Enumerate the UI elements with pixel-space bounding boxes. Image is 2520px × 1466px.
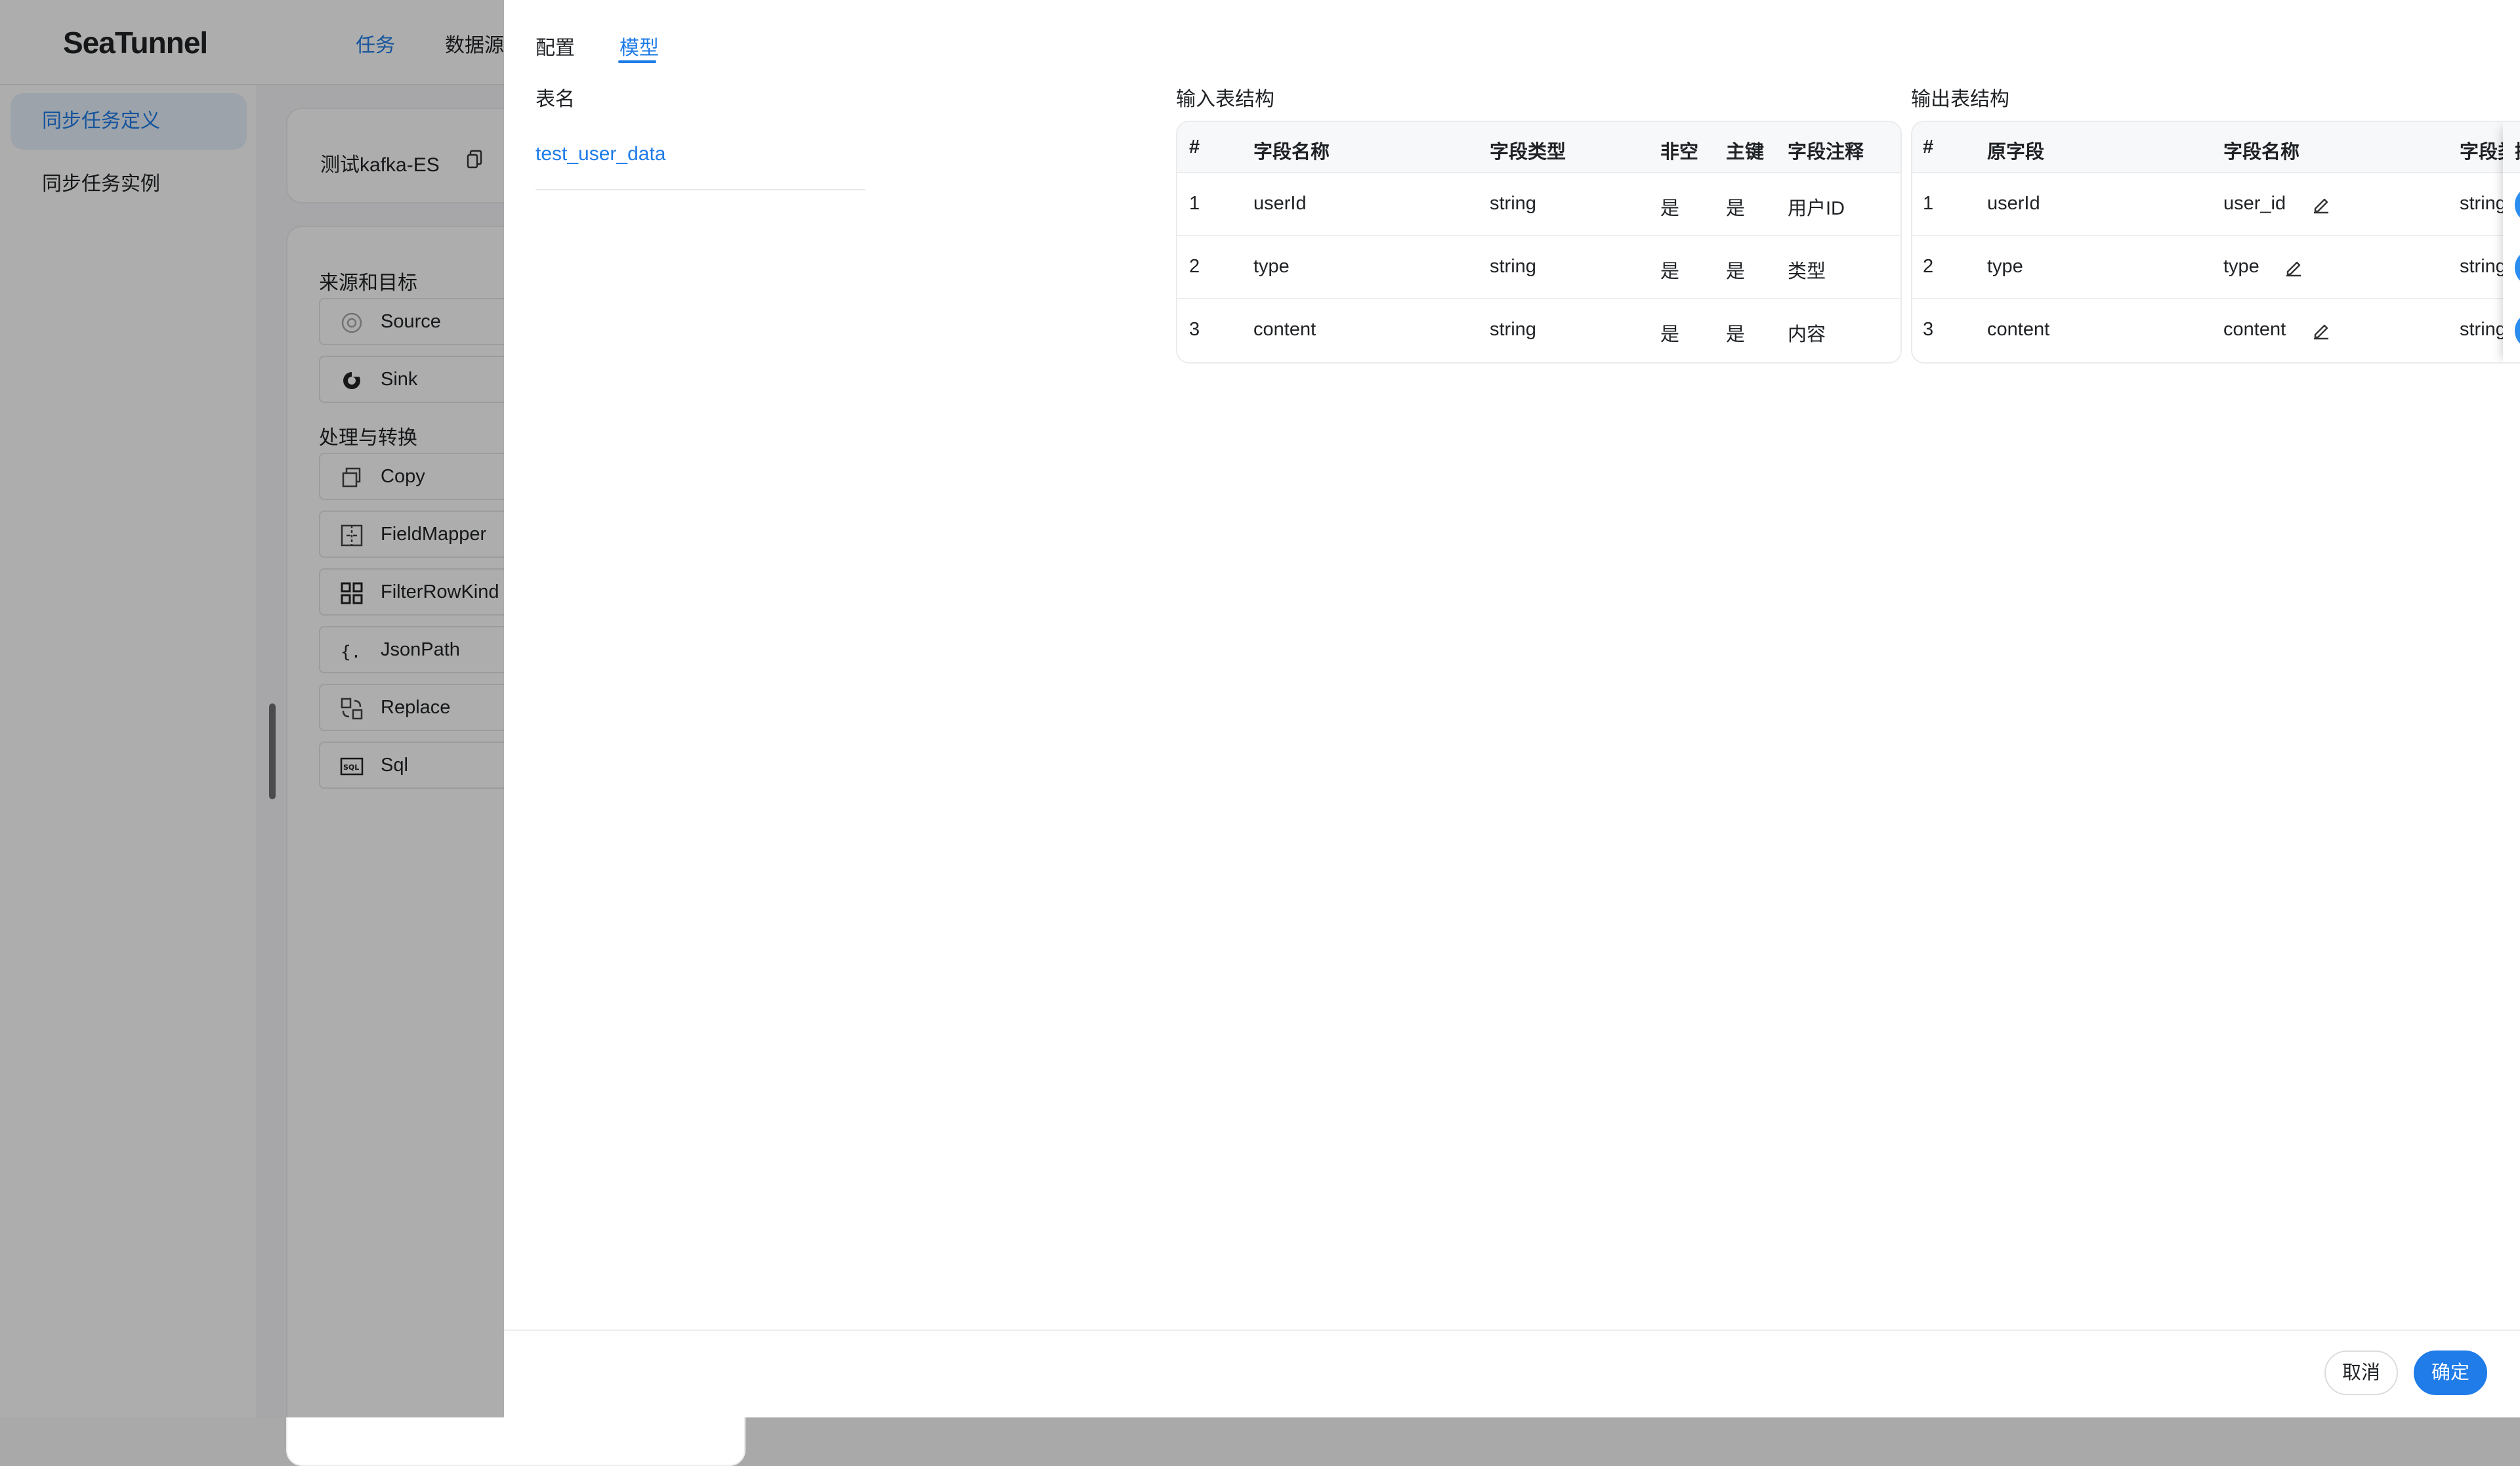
cell-field-type: string xyxy=(2460,319,2506,340)
table-row: 3 content content string xyxy=(1912,299,2520,362)
col-primary-key: 主键 xyxy=(1726,142,1765,163)
edit-icon[interactable] xyxy=(2311,194,2331,214)
swap-button[interactable] xyxy=(2515,186,2520,223)
cell-index: 2 xyxy=(1189,256,1200,277)
edit-icon[interactable] xyxy=(2284,257,2303,277)
cell-source-field: content xyxy=(1987,319,2050,340)
cell-index: 3 xyxy=(1923,319,1934,340)
col-not-null: 非空 xyxy=(1660,142,1699,163)
col-field-name: 字段名称 xyxy=(1253,142,1330,163)
table-row: 1 userId user_id string xyxy=(1912,173,2520,236)
cell-field-name[interactable]: content xyxy=(2223,319,2286,341)
table-row: 3 content string 是 是 内容 xyxy=(1177,299,1900,362)
input-schema-title: 输入表结构 xyxy=(1176,89,1274,110)
cell-field-type: string xyxy=(1490,256,1536,277)
table-name-divider xyxy=(536,189,865,190)
output-schema-table: # 原字段 字段名称 字段类 1 userId user_id string 2… xyxy=(1911,121,2520,364)
confirm-button[interactable]: 确定 xyxy=(2414,1351,2487,1395)
swap-button[interactable] xyxy=(2515,312,2520,349)
cell-source-field: type xyxy=(1987,256,2023,277)
cell-primary-key: 是 xyxy=(1726,198,1746,219)
cancel-button[interactable]: 取消 xyxy=(2324,1351,2398,1395)
col-field-type: 字段类型 xyxy=(1490,142,1566,163)
edit-icon[interactable] xyxy=(2311,320,2331,340)
app-root: SeaTunnel 任务 数据源 同步任务定义 同步任务实例 测试kafka-E… xyxy=(0,0,2520,1466)
cell-index: 2 xyxy=(1923,256,1934,277)
cell-source-field: userId xyxy=(1987,193,2040,214)
cell-field-name: content xyxy=(1253,319,1316,340)
operations-column: 操作 xyxy=(2503,122,2520,362)
tab-model[interactable]: 模型 xyxy=(620,31,659,60)
col-index: # xyxy=(1923,136,1934,157)
cell-comment: 类型 xyxy=(1788,261,1826,282)
table-header: # 字段名称 字段类型 非空 主键 字段注释 xyxy=(1177,122,1900,173)
col-operations: 操作 xyxy=(2515,136,2520,164)
output-schema-title: 输出表结构 xyxy=(1911,89,2009,110)
cell-field-name[interactable]: user_id xyxy=(2223,193,2286,215)
active-tab-indicator xyxy=(618,60,656,63)
cell-not-null: 是 xyxy=(1660,198,1680,219)
cell-not-null: 是 xyxy=(1660,261,1680,282)
col-comment: 字段注释 xyxy=(1788,142,1864,163)
col-field-name: 字段名称 xyxy=(2223,142,2300,163)
input-schema-table: # 字段名称 字段类型 非空 主键 字段注释 1 userId string 是… xyxy=(1176,121,1902,364)
cell-field-name: type xyxy=(1253,256,1290,277)
table-row: 2 type type string xyxy=(1912,236,2520,299)
cell-primary-key: 是 xyxy=(1726,261,1746,282)
cell-field-type: string xyxy=(2460,193,2506,214)
cell-field-type: string xyxy=(1490,193,1536,214)
col-source-field: 原字段 xyxy=(1987,142,2045,163)
cell-index: 1 xyxy=(1923,193,1934,214)
cell-comment: 用户ID xyxy=(1788,198,1845,219)
cell-field-type: string xyxy=(2460,256,2506,277)
model-drawer: 配置 模型 表名 test_user_data 输入表结构 输出表结构 # 字段… xyxy=(504,0,2520,1417)
cell-field-name: userId xyxy=(1253,193,1307,214)
cell-index: 3 xyxy=(1189,319,1200,340)
table-row: 1 userId string 是 是 用户ID xyxy=(1177,173,1900,236)
cell-primary-key: 是 xyxy=(1726,324,1746,345)
cell-field-name[interactable]: type xyxy=(2223,256,2259,278)
table-header: # 原字段 字段名称 字段类 xyxy=(1912,122,2520,173)
swap-button[interactable] xyxy=(2515,249,2520,286)
operations-header: 操作 xyxy=(2503,122,2520,173)
drawer-footer-divider xyxy=(504,1330,2520,1331)
tab-config[interactable]: 配置 xyxy=(536,31,575,60)
cell-field-type: string xyxy=(1490,319,1536,340)
cell-comment: 内容 xyxy=(1788,324,1826,345)
table-name-label: 表名 xyxy=(536,89,575,110)
cell-not-null: 是 xyxy=(1660,324,1680,345)
table-name-link[interactable]: test_user_data xyxy=(536,143,665,165)
col-index: # xyxy=(1189,136,1200,157)
table-row: 2 type string 是 是 类型 xyxy=(1177,236,1900,299)
cell-index: 1 xyxy=(1189,193,1200,214)
